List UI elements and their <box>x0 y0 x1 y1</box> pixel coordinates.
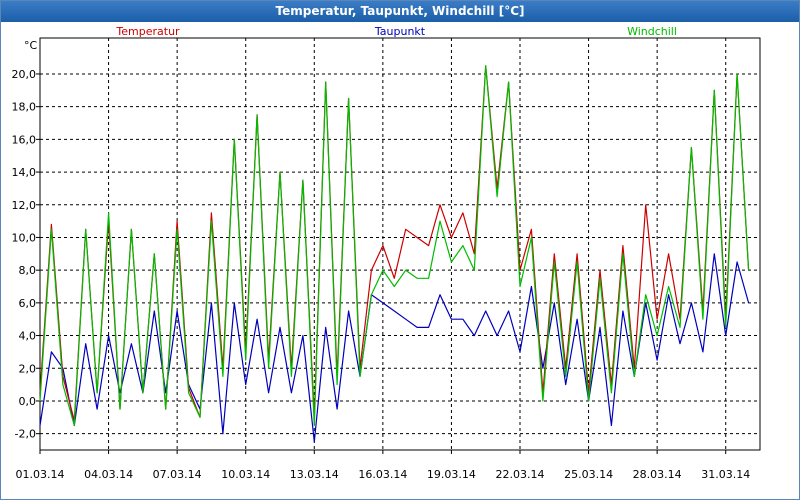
x-tick-label: 10.03.14 <box>221 468 270 481</box>
x-tick-label: 13.03.14 <box>290 468 339 481</box>
y-tick-label: 18,0 <box>12 101 37 114</box>
y-tick-label: 14,0 <box>12 166 37 179</box>
y-tick-label: 20,0 <box>12 68 37 81</box>
x-tick-label: 22.03.14 <box>496 468 545 481</box>
x-tick-label: 25.03.14 <box>564 468 613 481</box>
x-tick-label: 01.03.14 <box>16 468 65 481</box>
legend: Temperatur Taupunkt Windchill <box>115 25 677 38</box>
y-axis-unit-label: °C <box>24 39 38 52</box>
x-tick-label: 28.03.14 <box>633 468 682 481</box>
x-tick-labels: 01.03.14 04.03.14 07.03.14 10.03.14 13.03.14… <box>16 450 750 481</box>
legend-entry-windchill: Windchill <box>627 25 677 38</box>
y-tick-label: -2,0 <box>15 428 36 441</box>
y-tick-label: 0,0 <box>19 395 37 408</box>
y-tick-label: 10,0 <box>12 231 37 244</box>
x-tick-label: 16.03.14 <box>358 468 407 481</box>
x-tick-label: 31.03.14 <box>701 468 750 481</box>
x-tick-label: 07.03.14 <box>153 468 202 481</box>
legend-entry-temperatur: Temperatur <box>115 25 180 38</box>
chart-plot: -2,0 0,0 2,0 4,0 6,0 8,0 10,0 12,0 14,0 16,0 18,0 2… <box>12 25 761 481</box>
x-tick-label: 04.03.14 <box>84 468 133 481</box>
y-tick-labels: -2,0 0,0 2,0 4,0 6,0 8,0 10,0 12,0 14,0 16,0 18,0 2… <box>12 68 40 441</box>
y-tick-label: 2,0 <box>19 362 37 375</box>
legend-entry-taupunkt: Taupunkt <box>374 25 426 38</box>
x-tick-label: 19.03.14 <box>427 468 476 481</box>
y-tick-label: 6,0 <box>19 297 37 310</box>
y-tick-label: 16,0 <box>12 133 37 146</box>
y-tick-label: 4,0 <box>19 330 37 343</box>
y-tick-label: 8,0 <box>19 264 37 277</box>
plot-area <box>39 37 761 451</box>
y-tick-label: 12,0 <box>12 199 37 212</box>
